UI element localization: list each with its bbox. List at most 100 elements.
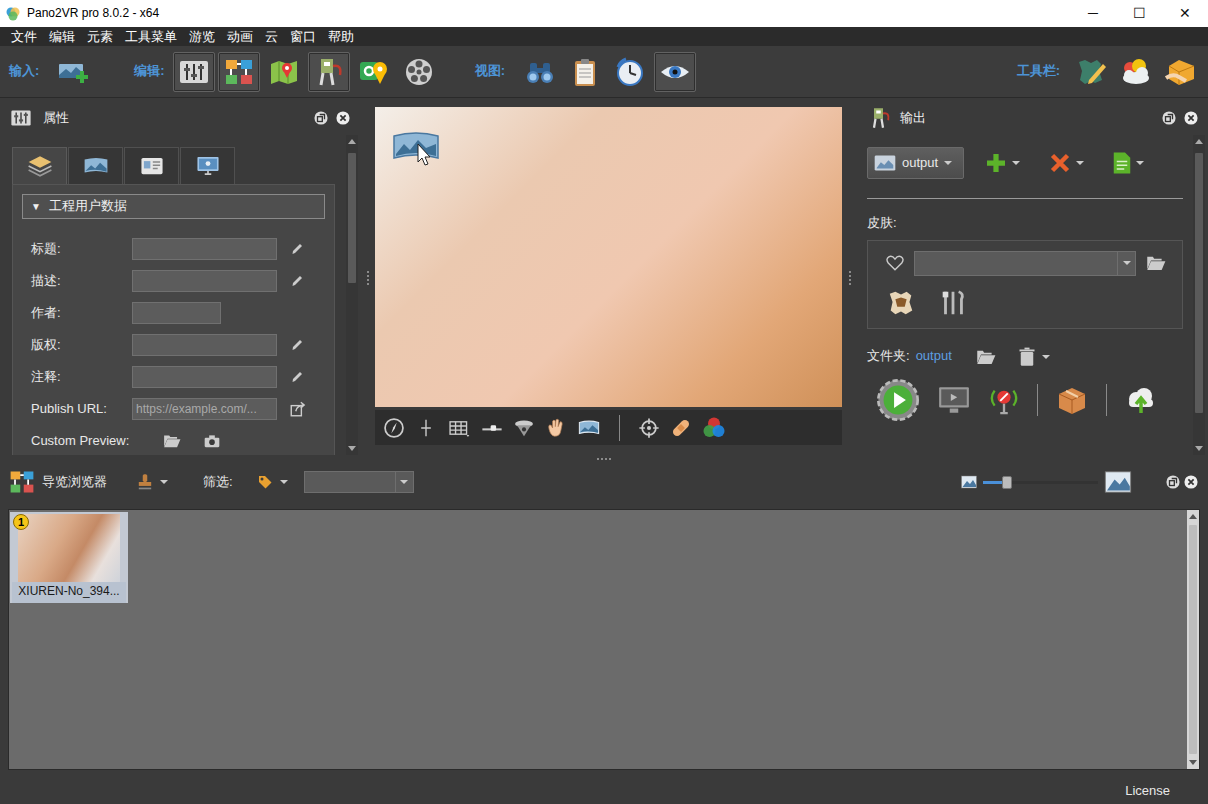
toolbar-button[interactable] <box>263 52 305 92</box>
menu-item[interactable]: 文件 <box>5 27 43 46</box>
open-folder-icon[interactable] <box>1146 254 1166 272</box>
properties-tab[interactable] <box>12 147 67 184</box>
compass-icon[interactable] <box>383 417 405 439</box>
grid-icon[interactable] <box>447 417 471 439</box>
properties-tab[interactable] <box>180 147 235 184</box>
preview-monitor-icon[interactable] <box>937 385 971 415</box>
toolbar-button[interactable] <box>1160 52 1202 92</box>
scrollbar[interactable] <box>1187 510 1199 769</box>
stamp-icon[interactable] <box>137 473 153 491</box>
menu-item[interactable]: 编辑 <box>43 27 81 46</box>
panorama-viewer[interactable] <box>375 107 842 407</box>
float-panel-icon[interactable] <box>1166 475 1180 489</box>
delete-output-button[interactable] <box>1048 151 1084 175</box>
close-panel-icon[interactable] <box>336 111 350 125</box>
properties-tab[interactable] <box>124 147 179 184</box>
field-input[interactable] <box>132 398 277 420</box>
license-label[interactable]: License <box>1125 783 1170 800</box>
tag-icon[interactable] <box>257 474 273 490</box>
menu-item[interactable]: 帮助 <box>322 27 360 46</box>
scroll-thumb[interactable] <box>348 153 356 283</box>
skin-editor-icon[interactable] <box>886 288 916 318</box>
generate-output-icon[interactable] <box>877 379 919 421</box>
tools-icon[interactable] <box>938 288 968 318</box>
scroll-up-icon[interactable] <box>1195 139 1203 144</box>
menu-item[interactable]: 工具菜单 <box>119 27 183 46</box>
toolbar-button[interactable] <box>519 52 561 92</box>
package-icon[interactable] <box>1056 384 1088 416</box>
skin-dropdown[interactable] <box>914 251 1136 276</box>
float-panel-icon[interactable] <box>314 111 328 125</box>
filter-dropdown[interactable] <box>304 471 414 493</box>
scrollbar[interactable] <box>346 135 358 455</box>
target-icon[interactable] <box>638 417 660 439</box>
edit-button[interactable] <box>289 369 305 385</box>
toolbar-button[interactable] <box>398 52 440 92</box>
scroll-down-icon[interactable] <box>348 446 356 451</box>
expand-arrow[interactable]: ▼ <box>31 200 41 213</box>
add-output-button[interactable] <box>984 151 1020 175</box>
open-folder-icon[interactable] <box>976 348 996 366</box>
choose-preview-button[interactable] <box>163 432 181 450</box>
scroll-thumb[interactable] <box>1195 153 1203 413</box>
splitter[interactable] <box>360 101 375 455</box>
field-input[interactable] <box>132 238 277 260</box>
toolbar-button[interactable] <box>353 52 395 92</box>
toolbar-button[interactable] <box>654 52 696 92</box>
trash-icon[interactable] <box>1018 347 1036 367</box>
scroll-down-icon[interactable] <box>1189 760 1197 765</box>
large-thumbnail-icon[interactable] <box>1104 471 1132 493</box>
edit-button[interactable] <box>289 241 305 257</box>
slider-handle[interactable] <box>1002 476 1012 489</box>
capture-preview-button[interactable] <box>203 432 221 450</box>
toolbar-button[interactable] <box>173 52 215 92</box>
scroll-up-icon[interactable] <box>1189 514 1197 519</box>
small-thumbnail-icon[interactable] <box>961 475 977 489</box>
menu-item[interactable]: 游览 <box>183 27 221 46</box>
crosshair-plus-icon[interactable] <box>415 417 437 439</box>
toolbar-button[interactable] <box>218 52 260 92</box>
edit-button[interactable] <box>289 337 305 353</box>
folder-link[interactable]: output <box>916 348 952 365</box>
splitter[interactable] <box>842 101 858 455</box>
properties-tab[interactable] <box>68 147 123 184</box>
panorama-view-icon[interactable] <box>577 417 601 439</box>
minimize-button[interactable]: ─ <box>1070 0 1116 27</box>
section-header[interactable]: ▼ 工程用户数据 <box>22 194 325 219</box>
close-panel-icon[interactable] <box>1184 475 1198 489</box>
output-document-button[interactable] <box>1112 151 1144 175</box>
splitter[interactable] <box>0 455 1208 463</box>
field-input[interactable] <box>132 302 221 324</box>
hand-tool-icon[interactable] <box>545 417 567 439</box>
close-panel-icon[interactable] <box>1184 111 1198 125</box>
horizon-level-icon[interactable] <box>481 417 503 439</box>
menu-item[interactable]: 动画 <box>221 27 259 46</box>
toolbar-button[interactable] <box>564 52 606 92</box>
scrollbar[interactable] <box>1193 135 1205 455</box>
stop-server-icon[interactable] <box>989 385 1019 415</box>
scroll-thumb[interactable] <box>1189 525 1197 754</box>
menu-item[interactable]: 窗口 <box>284 27 322 46</box>
favorite-heart-icon[interactable] <box>886 255 904 271</box>
viewpoint-icon[interactable] <box>513 417 535 439</box>
field-input[interactable] <box>132 270 277 292</box>
close-button[interactable]: ✕ <box>1162 0 1208 27</box>
edit-button[interactable] <box>289 273 305 289</box>
toolbar-button[interactable] <box>308 52 350 92</box>
toolbar-button[interactable] <box>1115 52 1157 92</box>
scroll-up-icon[interactable] <box>348 139 356 144</box>
toolbar-button[interactable] <box>609 52 651 92</box>
toolbar-button[interactable] <box>1070 52 1112 92</box>
menu-item[interactable]: 元素 <box>81 27 119 46</box>
menu-item[interactable]: 云 <box>259 27 284 46</box>
maximize-button[interactable]: ☐ <box>1116 0 1162 27</box>
scroll-down-icon[interactable] <box>1195 446 1203 451</box>
open-url-button[interactable] <box>289 400 307 418</box>
cloud-upload-icon[interactable] <box>1125 385 1157 415</box>
toolbar-button[interactable] <box>52 52 94 92</box>
float-panel-icon[interactable] <box>1162 111 1176 125</box>
field-input[interactable] <box>132 366 277 388</box>
output-preset-dropdown[interactable]: output <box>867 147 964 179</box>
color-correction-icon[interactable] <box>702 416 726 440</box>
patch-icon[interactable] <box>670 417 692 439</box>
